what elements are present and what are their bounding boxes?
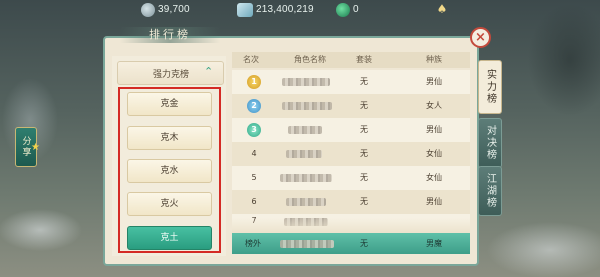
player-name-blurred [286,198,326,206]
self-rank-cell: 榜外 [245,239,261,248]
self-rank-row: 榜外 无 男魔 [232,233,470,254]
player-name-blurred [280,174,332,182]
rank-badge-gold: 1 [247,75,261,89]
jade-value: 0 [353,4,359,15]
table-row[interactable]: 1 无 男仙 [232,70,470,94]
race-cell: 男仙 [426,125,442,134]
player-name-blurred [280,240,334,248]
close-button[interactable]: × [470,27,491,48]
column-header-set: 套装 [356,55,372,64]
resource-bar: 39,700 213,400,219 0 ♠ [0,0,600,20]
player-name-blurred [282,102,332,110]
jade-icon [336,2,350,17]
table-row[interactable]: 2 无 女人 [232,94,470,118]
table-row[interactable]: 4 无 女仙 [232,142,470,166]
ingot-icon [237,2,253,17]
category-header-label: 强力克榜 [153,69,190,80]
ingot-resource: 213,400,219 [237,2,314,17]
table-row[interactable]: 6 无 男仙 [232,190,470,214]
set-cell: 无 [360,149,368,158]
column-header-race: 种族 [426,55,442,64]
silver-coin-icon [141,2,155,17]
race-cell: 男仙 [426,197,442,206]
column-header-name: 角色名称 [294,55,326,64]
player-name-blurred [286,150,322,158]
highlight-frame [118,87,221,253]
set-cell: 无 [360,173,368,182]
race-cell: 女仙 [426,149,442,158]
set-cell: 无 [360,197,368,206]
self-race-cell: 男魔 [426,239,442,248]
tab-strength[interactable]: 实力榜 [478,60,502,114]
race-cell: 女仙 [426,173,442,182]
column-header-rank: 名次 [243,55,259,64]
rank-cell: 6 [251,197,257,206]
rank-badge-bronze: 3 [247,123,261,137]
rank-cell: 4 [251,149,257,158]
category-header[interactable]: 强力克榜 ⌃ [117,61,224,85]
tab-jianghu[interactable]: 江湖榜 [478,166,502,216]
race-cell: 女人 [426,101,442,110]
jade-resource: 0 [336,2,359,17]
silver-resource: 39,700 [141,2,190,17]
rank-badge-silver: 2 [247,99,261,113]
race-cell: 男仙 [426,77,442,86]
self-set-cell: 无 [360,239,368,248]
tab-duel[interactable]: 对决榜 [478,118,502,168]
bell-icon[interactable]: ♠ [434,1,450,17]
silver-value: 39,700 [158,4,190,15]
star-icon: ★ [31,142,40,153]
page-title: 排行榜 [120,27,220,43]
scroll-fade [232,218,470,233]
player-name-blurred [282,78,330,86]
set-cell: 无 [360,101,368,110]
table-row[interactable]: 5 无 女仙 [232,166,470,190]
chevron-up-icon: ⌃ [204,65,214,78]
ingot-value: 213,400,219 [256,4,314,15]
rank-cell: 5 [251,173,257,182]
player-name-blurred [288,126,322,134]
set-cell: 无 [360,77,368,86]
table-row[interactable]: 3 无 男仙 [232,118,470,142]
set-cell: 无 [360,125,368,134]
